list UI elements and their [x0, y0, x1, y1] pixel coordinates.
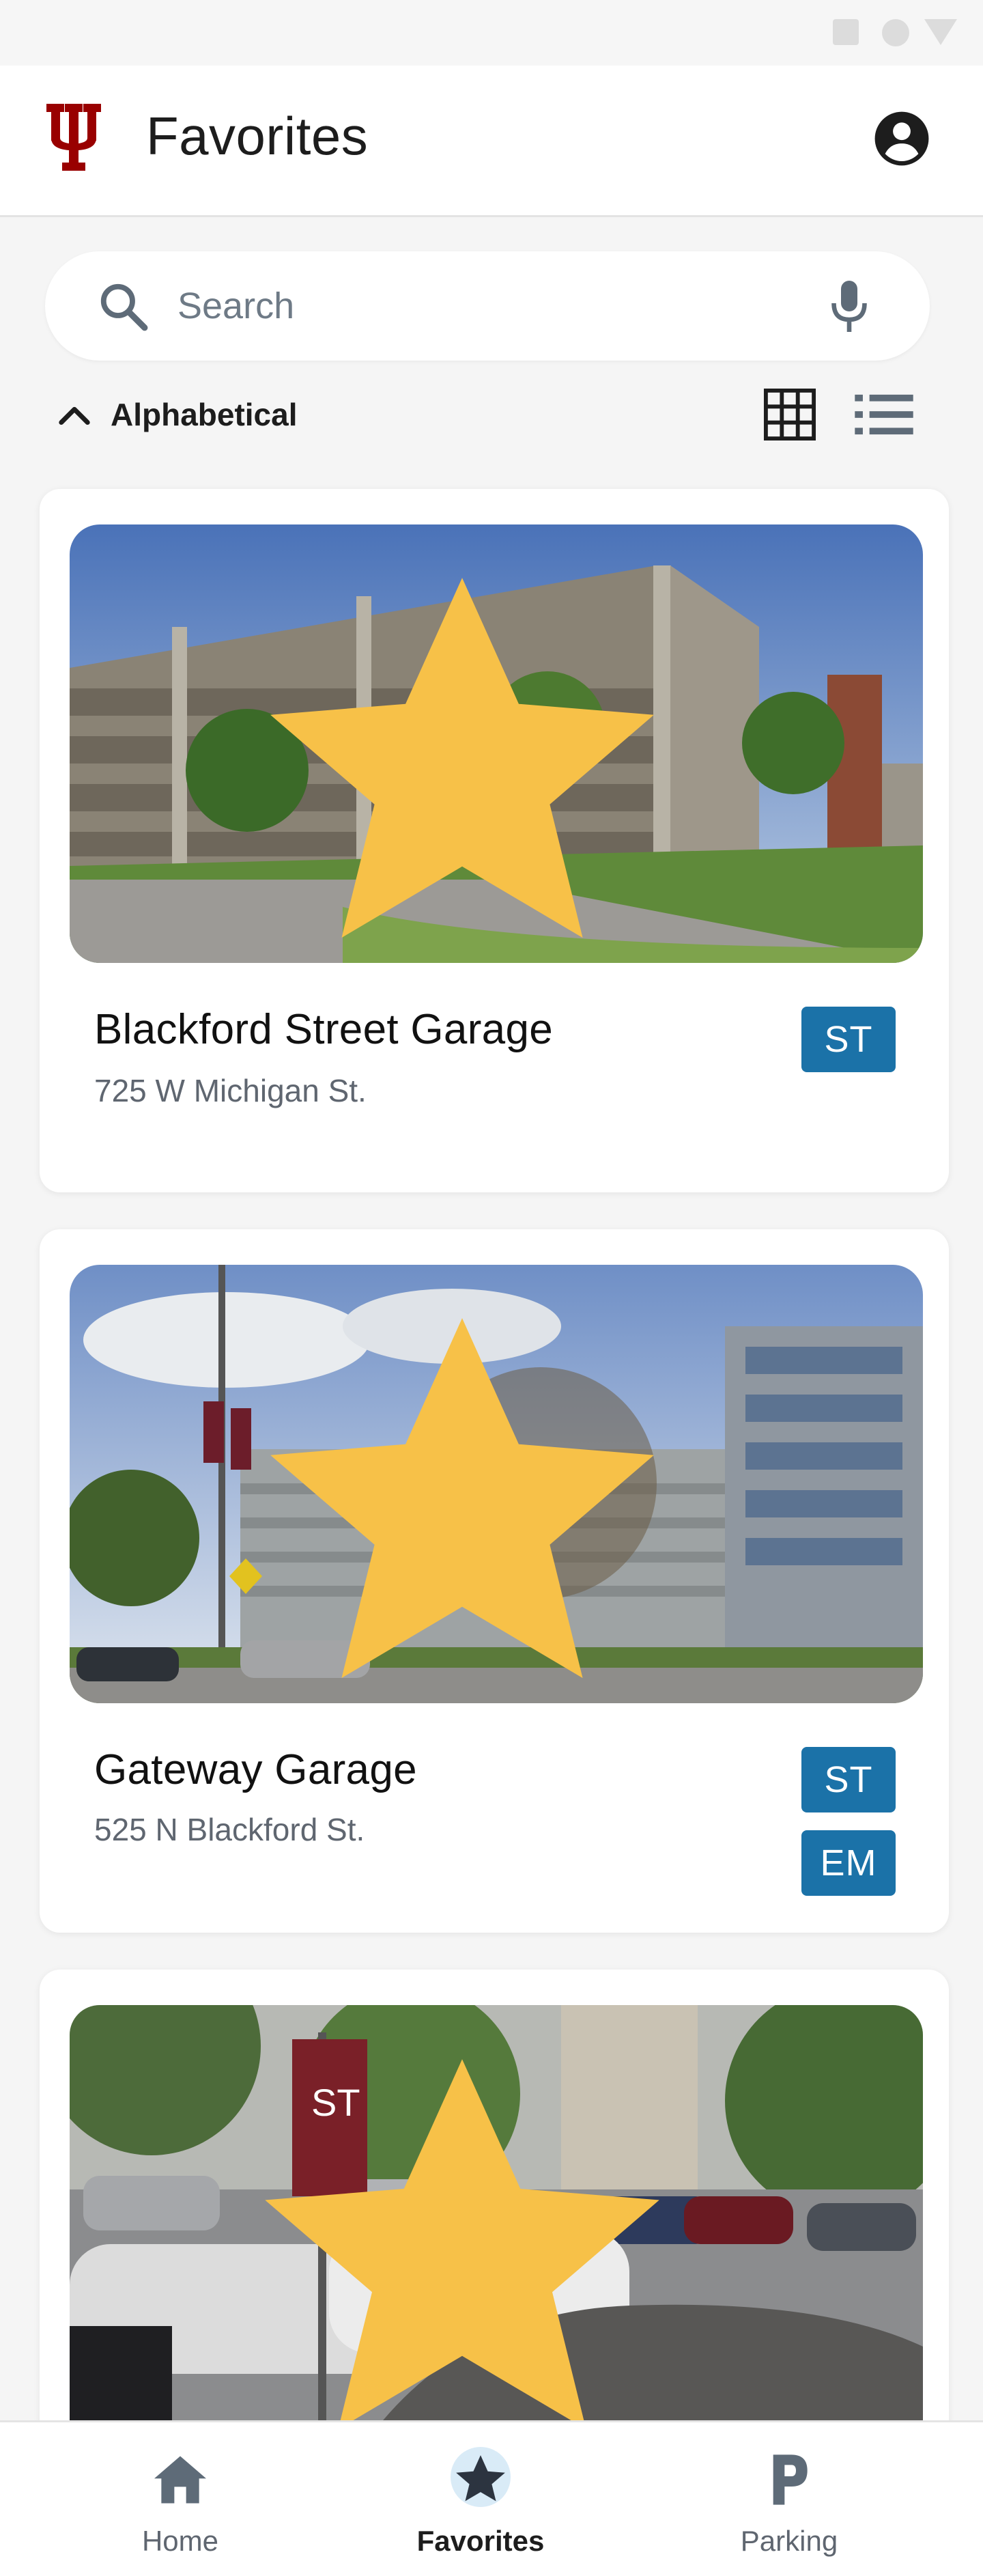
account-circle-icon[interactable]: [872, 109, 931, 168]
garage-address: 525 N Blackford St.: [94, 1812, 365, 1847]
favorite-star-icon[interactable]: [70, 550, 889, 963]
sort-toggle[interactable]: Alphabetical: [57, 392, 298, 437]
favorite-card[interactable]: ST: [40, 1970, 949, 2489]
nav-label: Home: [141, 2525, 219, 2557]
garage-address: 725 W Michigan St.: [94, 1073, 367, 1108]
home-icon: [139, 2450, 221, 2510]
permit-badge: ST: [801, 1747, 896, 1812]
nav-label: Parking: [740, 2525, 838, 2557]
garage-name: Gateway Garage: [94, 1746, 417, 1793]
iu-trident-logo: [46, 104, 101, 171]
grid-view-icon[interactable]: [763, 388, 816, 441]
bottom-navigation: Home Favorites Parking: [0, 2420, 983, 2576]
favorite-star-icon[interactable]: [70, 1291, 889, 1703]
search-input[interactable]: [177, 277, 826, 335]
system-status-bar: [0, 0, 983, 66]
parking-icon: [748, 2450, 830, 2510]
garage-name: Blackford Street Garage: [94, 1006, 554, 1053]
search-icon: [100, 283, 148, 331]
sort-label: Alphabetical: [111, 397, 298, 432]
garage-photo: [70, 524, 923, 963]
back-triangle-icon: [924, 19, 957, 45]
favorite-card[interactable]: Gateway Garage 525 N Blackford St. ST EM: [40, 1229, 949, 1933]
garage-photo: [70, 1265, 923, 1703]
microphone-icon[interactable]: [829, 279, 870, 336]
permit-badge: ST: [801, 1007, 896, 1072]
nav-parking[interactable]: Parking: [687, 2422, 892, 2576]
page-title: Favorites: [146, 106, 369, 166]
favorite-card[interactable]: Blackford Street Garage 725 W Michigan S…: [40, 489, 949, 1192]
permit-badge: EM: [801, 1830, 896, 1896]
star-icon: [440, 2450, 522, 2510]
parking-lot-photo: ST: [70, 2005, 923, 2456]
search-bar: [45, 251, 930, 361]
nav-favorites[interactable]: Favorites: [378, 2422, 583, 2576]
recent-apps-icon: [833, 19, 859, 45]
chevron-up-icon: [59, 406, 90, 425]
nav-label: Favorites: [416, 2525, 545, 2557]
favorite-star-icon[interactable]: [70, 2031, 889, 2456]
list-view-icon[interactable]: [855, 392, 913, 437]
nav-home[interactable]: Home: [78, 2422, 283, 2576]
app-header: Favorites: [0, 66, 983, 217]
home-circle-icon: [882, 19, 909, 46]
